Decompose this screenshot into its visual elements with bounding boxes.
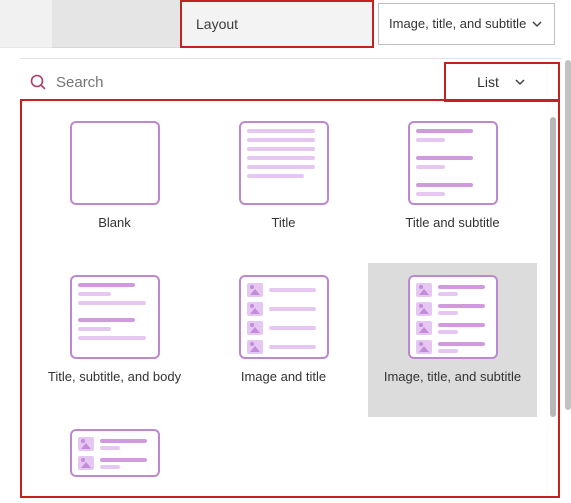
preview-image-title-subtitle <box>408 275 498 359</box>
top-gap-cell <box>52 0 180 48</box>
chevron-down-icon <box>530 17 544 31</box>
search-icon <box>28 72 48 92</box>
preview-partial <box>70 429 160 477</box>
layout-property-label: Layout <box>180 0 374 48</box>
layout-label: Image and title <box>241 369 326 385</box>
layout-option-title-subtitle[interactable]: Title and subtitle <box>368 109 537 263</box>
layout-option-title[interactable]: Title <box>199 109 368 263</box>
layout-label: Title and subtitle <box>405 215 499 231</box>
layout-option-partial[interactable] <box>30 417 199 477</box>
layout-option-image-title[interactable]: Image and title <box>199 263 368 417</box>
preview-title-subtitle <box>408 121 498 205</box>
top-blank-cell <box>0 0 52 48</box>
layout-picker-panel: List Blank Title <box>20 58 562 498</box>
layout-option-blank[interactable]: Blank <box>30 109 199 263</box>
layout-label: Image, title, and subtitle <box>384 369 521 385</box>
scrollbar-thumb[interactable] <box>565 60 571 410</box>
preview-image-title <box>239 275 329 359</box>
layout-option-title-subtitle-body[interactable]: Title, subtitle, and body <box>30 263 199 417</box>
chevron-down-icon <box>513 75 527 89</box>
scrollbar-thumb[interactable] <box>550 117 556 417</box>
layout-value-text: Image, title, and subtitle <box>389 16 526 32</box>
layout-value-dropdown[interactable]: Image, title, and subtitle <box>378 3 555 45</box>
preview-title-subtitle-body <box>70 275 160 359</box>
outer-scrollbar[interactable] <box>565 60 571 480</box>
view-toggle-label: List <box>477 74 499 90</box>
view-toggle-button[interactable]: List <box>444 62 560 102</box>
preview-title <box>239 121 329 205</box>
layout-grid: Blank Title <box>30 109 538 477</box>
layout-label: Title, subtitle, and body <box>48 369 181 385</box>
layout-label: Title <box>271 215 295 231</box>
search-input[interactable] <box>56 74 444 91</box>
preview-blank <box>70 121 160 205</box>
panel-scrollbar[interactable] <box>550 117 556 467</box>
layout-label: Blank <box>98 215 131 231</box>
layout-option-image-title-subtitle[interactable]: Image, title, and subtitle <box>368 263 537 417</box>
layout-label-text: Layout <box>196 16 238 32</box>
